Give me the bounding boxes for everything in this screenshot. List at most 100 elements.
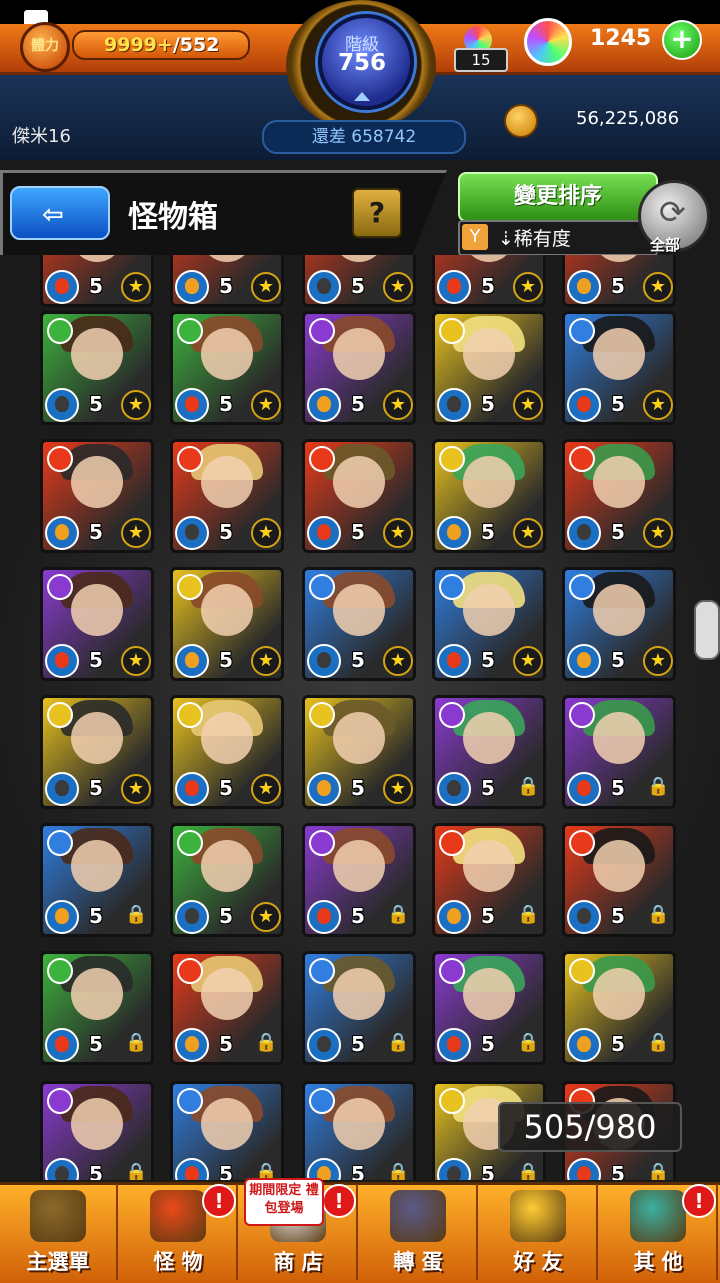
fruit-icon [437,1028,471,1062]
monster-card[interactable]: 5 ★ [432,567,546,681]
monster-card[interactable]: 5 🔒 [562,823,676,937]
monster-card[interactable]: 5 🔒 [302,951,416,1065]
monster-card[interactable]: 5 ★ [562,439,676,553]
monster-face [593,712,645,764]
orb-pack-count: 15 [454,48,508,72]
nav-item-4[interactable]: 好 友 [480,1184,598,1280]
monster-card[interactable]: 5 ★ [170,567,284,681]
monster-card[interactable]: 5 ★ [302,255,416,307]
monster-card[interactable]: 5 ★ [170,439,284,553]
fire-element-icon [439,830,465,856]
monster-level: 5 [89,776,103,800]
monster-card[interactable]: 5 ★ [562,567,676,681]
star-icon: ★ [383,272,413,302]
monster-card[interactable]: 5 🔒 [302,823,416,937]
monster-card[interactable]: 5 ★ [40,311,154,425]
monster-card[interactable]: 5 🔒 [302,1081,416,1180]
monster-card[interactable]: 5 🔒 [40,951,154,1065]
stamina-current: 9999+ [104,34,173,56]
monster-card[interactable]: 5 ★ [432,439,546,553]
dark-element-icon [439,702,465,728]
monster-face [463,584,515,636]
monster-level: 5 [351,776,365,800]
monster-card[interactable]: 5 ★ [562,255,676,307]
monster-level: 5 [89,1162,103,1180]
fruit-icon [307,1028,341,1062]
monster-level: 5 [611,776,625,800]
monster-card[interactable]: 5 ★ [40,439,154,553]
fruit-icon [567,516,601,550]
friends-icon [510,1190,566,1242]
monster-card[interactable]: 5 ★ [302,567,416,681]
lock-icon: 🔒 [517,904,540,925]
wood-element-icon [177,830,203,856]
water-element-icon [177,1088,203,1114]
monster-card[interactable]: 5 ★ [40,695,154,809]
star-icon: ★ [251,902,281,932]
sort-button[interactable]: 變更排序 [458,172,658,222]
lock-icon: 🔒 [647,904,670,925]
add-orbs-button[interactable]: + [662,20,702,60]
nav-label: 其 他 [633,1250,683,1274]
monster-card[interactable]: 5 ★ [170,311,284,425]
monster-grid[interactable]: 5 ★ 5 ★ 5 ★ 5 ★ 5 ★ 5 ★ 5 ★ 5 ★ 5 ★ 5 ★ 5 ★ 5 ★ 5 ★ 5 ★ 5 ★ 5 ★ 5 ★ 5 ★ 5 ★ 5 ★… [0,255,720,1180]
monster-face [593,840,645,892]
monster-level: 5 [89,274,103,298]
monster-level: 5 [351,392,365,416]
monster-level: 5 [89,520,103,544]
dark-element-icon [309,830,335,856]
help-button[interactable]: ? [352,188,402,238]
lock-icon: 🔒 [125,1032,148,1053]
monster-level: 5 [219,904,233,928]
nav-item-5[interactable]: 其 他! [600,1184,718,1280]
monster-level: 5 [611,1162,625,1180]
monster-card[interactable]: 5 ★ [432,311,546,425]
stamina-max: /552 [172,34,220,56]
orb-count: 1245 [590,26,652,51]
monster-card[interactable]: 5 🔒 [170,951,284,1065]
monster-face [71,968,123,1020]
nav-item-3[interactable]: 轉 蛋 [360,1184,478,1280]
monster-card[interactable]: 5 ★ [302,439,416,553]
monster-face [463,968,515,1020]
monster-face [463,328,515,380]
fruit-icon [437,900,471,934]
monster-card[interactable]: 5 ★ [170,823,284,937]
nav-item-0[interactable]: 主選單 [0,1184,118,1280]
monster-card[interactable]: 5 🔒 [432,951,546,1065]
monster-level: 5 [219,776,233,800]
monster-card[interactable]: 5 ★ [302,311,416,425]
monster-level: 5 [219,520,233,544]
monster-card[interactable]: 5 🔒 [432,823,546,937]
monster-face [593,255,645,262]
fruit-icon [437,772,471,806]
monster-card[interactable]: 5 ★ [170,255,284,307]
back-button[interactable]: ⇦ [10,186,110,240]
monster-face [71,456,123,508]
monster-level: 5 [481,392,495,416]
alert-badge: ! [202,1184,236,1218]
monster-card[interactable]: 5 ★ [40,567,154,681]
monster-card[interactable]: 5 🔒 [40,823,154,937]
star-icon: ★ [513,272,543,302]
monster-card[interactable]: 5 🔒 [562,695,676,809]
monster-card[interactable]: 5 ★ [170,695,284,809]
monster-card[interactable]: 5 ★ [40,255,154,307]
monster-card[interactable]: 5 ★ [432,255,546,307]
light-element-icon [177,702,203,728]
monster-face [71,840,123,892]
scrollbar-handle[interactable] [694,600,720,660]
monster-face [201,1098,253,1150]
monster-card[interactable]: 5 🔒 [562,951,676,1065]
lock-icon: 🔒 [387,904,410,925]
filter-icon[interactable]: Y [462,224,488,250]
monster-card[interactable]: 5 🔒 [170,1081,284,1180]
wood-element-icon [47,318,73,344]
monster-card[interactable]: 5 🔒 [40,1081,154,1180]
light-element-icon [439,446,465,472]
nav-item-1[interactable]: 怪 物! [120,1184,238,1280]
monster-card[interactable]: 5 🔒 [432,695,546,809]
monster-card[interactable]: 5 ★ [562,311,676,425]
monster-card[interactable]: 5 ★ [302,695,416,809]
box-count: 505/980 [498,1102,682,1152]
